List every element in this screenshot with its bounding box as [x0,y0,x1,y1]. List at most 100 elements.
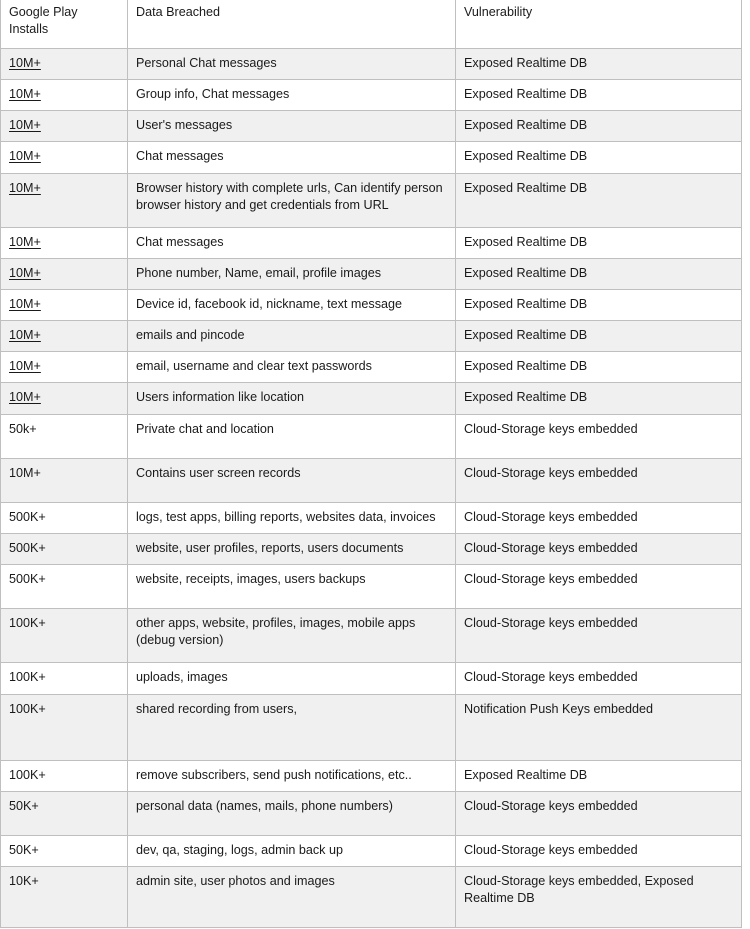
table-row: 10M+ Device id, facebook id, nickname, te… [0,289,742,322]
cell-google-play-installs: 10M+ [0,457,128,503]
cell-vulnerability: Exposed Realtime DB [455,172,742,228]
installs-value: 10M+ [9,87,41,102]
cell-data-breached: emails and pincode [127,320,456,353]
cell-data-breached: Browser history with complete urls, Can … [127,172,456,228]
table-row: 10M+ Users information like location Expos… [0,382,742,415]
installs-value: 500K+ [9,572,46,587]
cell-vulnerability: Cloud-Storage keys embedded [455,413,742,459]
cell-google-play-installs: 10M+ [0,110,128,143]
cell-vulnerability: Cloud-Storage keys embedded [455,662,742,695]
cell-google-play-installs: 10M+ [0,226,128,259]
table-row: 100K+ shared recording from users, Notific… [0,693,742,761]
cell-google-play-installs: 50K+ [0,790,128,836]
column-header-installs: Google Play Installs [0,0,128,50]
cell-vulnerability: Cloud-Storage keys embedded [455,501,742,534]
cell-data-breached: Users information like location [127,382,456,415]
cell-data-breached: other apps, website, profiles, images, m… [127,608,456,664]
installs-value: 500K+ [9,540,46,555]
cell-google-play-installs: 10M+ [0,172,128,228]
installs-value: 100K+ [9,701,46,716]
cell-google-play-installs: 500K+ [0,501,128,534]
cell-data-breached: website, receipts, images, users backups [127,564,456,610]
cell-vulnerability: Exposed Realtime DB [455,48,742,81]
cell-vulnerability: Exposed Realtime DB [455,110,742,143]
table-row: 500K+ website, receipts, images, users ba… [0,564,742,610]
cell-vulnerability: Cloud-Storage keys embedded [455,608,742,664]
table-row: 10M+ Browser history with complete urls, … [0,172,742,228]
table-body: Google Play Installs Data Breached Vulnera… [0,0,742,929]
table-row: 50k+ Private chat and location Cloud-Stora… [0,413,742,459]
cell-google-play-installs: 10M+ [0,79,128,112]
table-row: 100K+ remove subscribers, send push notif… [0,759,742,792]
installs-value: 50k+ [9,421,37,436]
cell-data-breached: logs, test apps, billing reports, websit… [127,501,456,534]
table-row: 100K+ uploads, images Cloud-Storage keys e… [0,662,742,695]
cell-data-breached: admin site, user photos and images [127,866,456,929]
cell-data-breached: Group info, Chat messages [127,79,456,112]
installs-value: 10K+ [9,874,39,889]
cell-data-breached: Device id, facebook id, nickname, text m… [127,289,456,322]
cell-data-breached: dev, qa, staging, logs, admin back up [127,834,456,868]
installs-value: 10M+ [9,265,41,280]
cell-google-play-installs: 100K+ [0,693,128,761]
cell-vulnerability: Notification Push Keys embedded [455,693,742,761]
cell-google-play-installs: 10M+ [0,289,128,322]
cell-google-play-installs: 10M+ [0,48,128,81]
table-header-row: Google Play Installs Data Breached Vulnera… [0,0,742,50]
cell-data-breached: personal data (names, mails, phone numbe… [127,790,456,836]
cell-vulnerability: Cloud-Storage keys embedded [455,564,742,610]
cell-data-breached: User's messages [127,110,456,143]
cell-data-breached: website, user profiles, reports, users d… [127,532,456,566]
cell-data-breached: uploads, images [127,662,456,695]
cell-data-breached: Chat messages [127,141,456,174]
installs-value: 100K+ [9,767,46,782]
cell-vulnerability: Exposed Realtime DB [455,141,742,174]
cell-google-play-installs: 10K+ [0,866,128,929]
cell-vulnerability: Exposed Realtime DB [455,351,742,384]
data-breach-table: Google Play Installs Data Breached Vulnera… [0,0,742,929]
cell-data-breached: Chat messages [127,226,456,259]
table-row: 10M+ Contains user screen records Cloud-St… [0,457,742,503]
installs-value: 10M+ [9,180,41,195]
table-row: 100K+ other apps, website, profiles, imag… [0,608,742,664]
cell-google-play-installs: 10M+ [0,351,128,384]
cell-vulnerability: Cloud-Storage keys embedded, Exposed Rea… [455,866,742,929]
cell-vulnerability: Exposed Realtime DB [455,257,742,291]
installs-value: 10M+ [9,149,41,164]
installs-value: 100K+ [9,670,46,685]
table-row: 50K+ personal data (names, mails, phone n… [0,790,742,836]
table-row: 10M+ Chat messages Exposed Realtime DB [0,226,742,259]
cell-vulnerability: Cloud-Storage keys embedded [455,532,742,566]
cell-google-play-installs: 100K+ [0,608,128,664]
column-header-data-breached: Data Breached [127,0,456,50]
cell-google-play-installs: 10M+ [0,257,128,291]
cell-vulnerability: Cloud-Storage keys embedded [455,457,742,503]
table-row: 10M+ Personal Chat messages Exposed Realti… [0,48,742,81]
screenshot-viewport: Google Play Installs Data Breached Vulnera… [0,0,750,929]
table-row: 10M+ User's messages Exposed Realtime DB [0,110,742,143]
installs-value: 10M+ [9,234,41,249]
table-row: 500K+ logs, test apps, billing reports, w… [0,501,742,534]
table-row: 10M+ Chat messages Exposed Realtime DB [0,141,742,174]
table-row: 10M+ Phone number, Name, email, profile i… [0,257,742,291]
cell-google-play-installs: 10M+ [0,141,128,174]
installs-value: 100K+ [9,616,46,631]
table-row: 10M+ Group info, Chat messages Exposed Rea… [0,79,742,112]
cell-data-breached: shared recording from users, [127,693,456,761]
installs-value: 10M+ [9,465,41,480]
installs-value: 10M+ [9,390,41,405]
cell-vulnerability: Cloud-Storage keys embedded [455,790,742,836]
cell-vulnerability: Cloud-Storage keys embedded [455,834,742,868]
installs-value: 10M+ [9,118,41,133]
table-row: 500K+ website, user profiles, reports, us… [0,532,742,566]
cell-vulnerability: Exposed Realtime DB [455,759,742,792]
table-row: 10M+ emails and pincode Exposed Realtime D… [0,320,742,353]
cell-vulnerability: Exposed Realtime DB [455,382,742,415]
cell-vulnerability: Exposed Realtime DB [455,320,742,353]
installs-value: 10M+ [9,56,41,71]
cell-google-play-installs: 500K+ [0,532,128,566]
cell-google-play-installs: 50k+ [0,413,128,459]
cell-data-breached: email, username and clear text passwords [127,351,456,384]
cell-data-breached: Contains user screen records [127,457,456,503]
cell-google-play-installs: 10M+ [0,382,128,415]
